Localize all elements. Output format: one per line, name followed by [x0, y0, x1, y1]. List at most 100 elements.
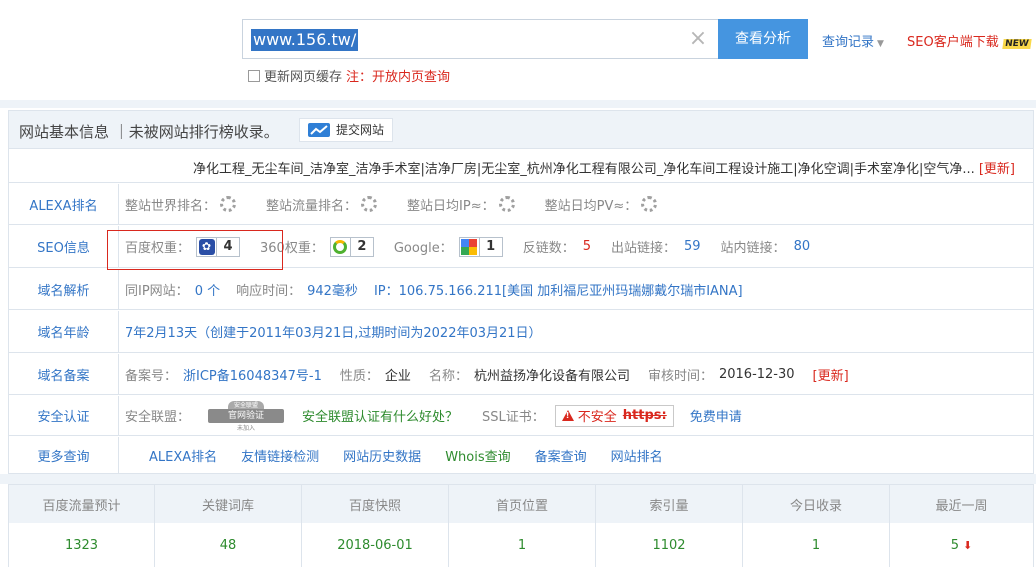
- stats-value[interactable]: 1323: [9, 523, 155, 567]
- query-history-label: 查询记录: [822, 35, 875, 50]
- section-divider: [0, 100, 1036, 108]
- stats-value[interactable]: 48: [155, 523, 302, 567]
- stats-value[interactable]: 2018-06-01: [302, 523, 449, 567]
- new-badge: NEW: [1002, 39, 1032, 49]
- google-rank-value: 1: [486, 239, 496, 254]
- icp-row: 域名备案 备案号： 浙ICP备16048347号-1 性质： 企业 名称： 杭州…: [9, 354, 1033, 395]
- security-content: 安全联盟： 安全联盟 官网验证 未加入 安全联盟认证有什么好处？ SSL证书： …: [125, 396, 742, 435]
- icp-audit-label: 审核时间：: [647, 368, 713, 384]
- world-rank-label: 整站世界排名：: [125, 198, 217, 214]
- icp-number-label: 备案号：: [125, 368, 178, 384]
- update-cache-label[interactable]: 更新网页缓存: [264, 66, 342, 85]
- baidu-weight-highlight: [107, 230, 283, 270]
- more-queries-row: 更多查询 ALEXA排名 友情链接检测 网站历史数据 Whois查询 备案查询 …: [9, 437, 1033, 474]
- stats-value-row: 1323 48 2018-06-01 1 1102 1 5 ⬇: [9, 523, 1033, 567]
- down-arrow-icon: ⬇: [963, 538, 973, 552]
- stats-value-week[interactable]: 5 ⬇: [890, 523, 1033, 567]
- icp-update-link[interactable]: [更新]: [813, 365, 849, 384]
- chevron-down-icon: ▼: [877, 39, 884, 49]
- alexa-content: 整站世界排名： 整站流量排名： 整站日均IP≈： 整站日均PV≈：: [125, 184, 687, 224]
- site-description-row: 净化工程_无尘车间_洁净室_洁净手术室|洁净厂房|无尘室_杭州净化工程有限公司_…: [9, 149, 1033, 183]
- security-label[interactable]: 安全认证: [9, 396, 119, 435]
- backlinks-label: 反链数：: [522, 241, 575, 256]
- line-chart-icon: [308, 123, 330, 137]
- seal-bottom-text: 未加入: [237, 424, 256, 432]
- alliance-seal-icon[interactable]: 安全联盟 官网验证 未加入: [198, 400, 294, 432]
- stats-value[interactable]: 1: [449, 523, 596, 567]
- submit-site-button[interactable]: 提交网站: [299, 118, 393, 142]
- 360-logo-icon: [333, 239, 348, 254]
- security-row: 安全认证 安全联盟： 安全联盟 官网验证 未加入 安全联盟认证有什么好处？ SS…: [9, 396, 1033, 436]
- search-box[interactable]: www.156.tw/ ×: [242, 19, 718, 59]
- google-logo-icon: [461, 238, 478, 255]
- stats-table: 百度流量预计 关键词库 百度快照 首页位置 索引量 今日收录 最近一周 1323…: [8, 484, 1034, 567]
- update-description-link[interactable]: [更新]: [979, 162, 1015, 177]
- domain-age-label[interactable]: 域名年龄: [9, 311, 119, 352]
- more-link-icp[interactable]: 备案查询: [535, 446, 587, 465]
- loading-spinner-icon: [498, 196, 515, 212]
- query-history-link[interactable]: 查询记录 ▼: [822, 31, 884, 50]
- ip-value[interactable]: 106.75.166.211[美国 加利福尼亚州玛瑞娜戴尔瑞市IANA]: [399, 280, 743, 299]
- alliance-label: 安全联盟：: [125, 410, 191, 425]
- dns-content: 同IP网站： 0 个 响应时间： 942毫秒 IP： 106.75.166.21…: [125, 269, 743, 309]
- stats-header: 关键词库: [155, 485, 302, 523]
- more-link-whois[interactable]: Whois查询: [445, 446, 510, 465]
- update-cache-checkbox[interactable]: [248, 69, 260, 82]
- site-description: 净化工程_无尘车间_洁净室_洁净手术室|洁净厂房|无尘室_杭州净化工程有限公司_…: [193, 158, 1015, 177]
- close-icon[interactable]: ×: [688, 28, 708, 50]
- stats-header: 今日收录: [743, 485, 890, 523]
- dns-label[interactable]: 域名解析: [9, 269, 119, 309]
- cache-option: 更新网页缓存 注： 开放内页查询: [248, 66, 450, 85]
- stats-header: 索引量: [596, 485, 743, 523]
- same-ip-label: 同IP网站：: [125, 283, 189, 299]
- dns-row: 域名解析 同IP网站： 0 个 响应时间： 942毫秒 IP： 106.75.1…: [9, 269, 1033, 310]
- stats-value[interactable]: 1: [743, 523, 890, 567]
- site-description-text: 净化工程_无尘车间_洁净室_洁净手术室|洁净厂房|无尘室_杭州净化工程有限公司_…: [193, 162, 975, 177]
- ssl-https-text: https:: [622, 408, 667, 423]
- stats-value[interactable]: 1102: [596, 523, 743, 567]
- icp-nature-label: 性质：: [339, 368, 379, 384]
- note-prefix: 注：: [346, 70, 373, 85]
- more-link-alexa[interactable]: ALEXA排名: [149, 446, 217, 465]
- seo-label[interactable]: SEO信息: [9, 226, 119, 267]
- backlinks-value[interactable]: 5: [583, 239, 591, 254]
- same-ip-value[interactable]: 0 个: [195, 280, 220, 299]
- alexa-row: ALEXA排名 整站世界排名： 整站流量排名： 整站日均IP≈： 整站日均PV≈…: [9, 184, 1033, 225]
- more-link-history[interactable]: 网站历史数据: [343, 446, 421, 465]
- icp-audit-value: 2016-12-30: [718, 366, 795, 382]
- more-link-friendlinks[interactable]: 友情链接检测: [241, 446, 319, 465]
- alexa-label[interactable]: ALEXA排名: [9, 184, 119, 224]
- domain-age-content: 7年2月13天（创建于2011年03月21日,过期时间为2022年03月21日）: [125, 311, 542, 352]
- google-rank-badge[interactable]: 1: [458, 236, 503, 257]
- stats-header: 最近一周: [935, 498, 988, 514]
- stats-header: 首页位置: [449, 485, 596, 523]
- icp-label[interactable]: 域名备案: [9, 354, 119, 394]
- stats-value: 5: [950, 537, 960, 553]
- panel-title: 网站基本信息 ｜未被网站排行榜收录。: [19, 123, 279, 141]
- site-info-panel: 网站基本信息 ｜未被网站排行榜收录。 提交网站 净化工程_无尘车间_洁净室_洁净…: [8, 110, 1034, 474]
- inbound-links-value[interactable]: 80: [794, 239, 811, 254]
- more-queries-label[interactable]: 更多查询: [9, 437, 119, 474]
- loading-spinner-icon: [361, 196, 378, 212]
- more-link-site-rank[interactable]: 网站排名: [611, 446, 663, 465]
- icp-number-value[interactable]: 浙ICP备16048347号-1: [183, 365, 322, 384]
- loading-spinner-icon: [220, 196, 237, 212]
- daily-ip-label: 整站日均IP≈：: [407, 198, 495, 214]
- icp-name-value: 杭州益扬净化设备有限公司: [473, 368, 630, 384]
- response-time-label: 响应时间：: [236, 283, 302, 299]
- 360-weight-badge[interactable]: 2: [329, 236, 374, 257]
- ssl-status-badge[interactable]: 不安全 https:: [554, 404, 674, 427]
- stats-header: 百度流量预计: [9, 485, 155, 523]
- ip-label: IP：: [373, 283, 399, 299]
- icp-content: 备案号： 浙ICP备16048347号-1 性质： 企业 名称： 杭州益扬净化设…: [125, 354, 849, 394]
- alliance-benefit-link[interactable]: 安全联盟认证有什么好处？: [302, 406, 458, 425]
- outbound-links-label: 出站链接：: [610, 241, 676, 256]
- google-label: Google：: [393, 241, 453, 256]
- more-queries-links: ALEXA排名 友情链接检测 网站历史数据 Whois查询 备案查询 网站排名: [125, 437, 663, 474]
- search-input[interactable]: www.156.tw/: [251, 29, 359, 51]
- analyze-button[interactable]: 查看分析: [718, 19, 808, 59]
- seo-client-download-link[interactable]: SEO客户端下载 NEW: [907, 31, 1032, 50]
- free-ssl-link[interactable]: 免费申请: [690, 406, 742, 425]
- outbound-links-value[interactable]: 59: [684, 239, 701, 254]
- inner-page-query-link[interactable]: 开放内页查询: [372, 66, 450, 85]
